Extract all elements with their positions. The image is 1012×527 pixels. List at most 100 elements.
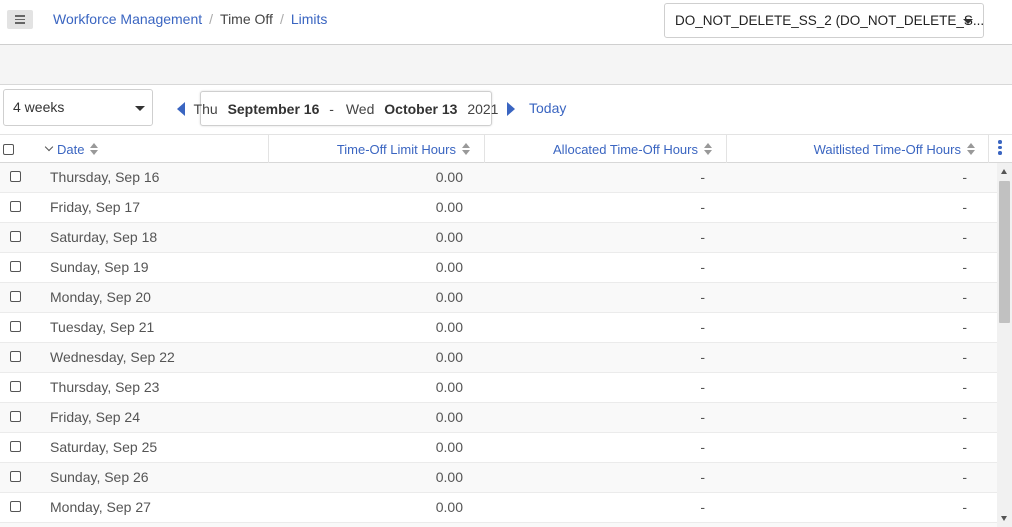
cell-limit: 0.00: [435, 319, 463, 335]
breadcrumb: Workforce Management / Time Off / Limits: [53, 11, 327, 27]
row-checkbox[interactable]: [10, 411, 21, 422]
cell-allocated: -: [700, 349, 705, 365]
breadcrumb-limits[interactable]: Limits: [291, 11, 328, 27]
cell-allocated: -: [700, 523, 705, 527]
caret-down-icon: [135, 106, 145, 111]
cell-limit: 0.00: [435, 199, 463, 215]
header-limit[interactable]: Time-Off Limit Hours: [270, 135, 470, 163]
column-divider: [268, 135, 269, 163]
cell-date: Wednesday, Sep 22: [50, 349, 175, 365]
table-row[interactable]: Saturday, Sep 18 0.00 - -: [0, 223, 997, 253]
cell-date: Saturday, Sep 25: [50, 439, 158, 455]
sort-icon: [462, 143, 470, 155]
row-checkbox[interactable]: [10, 291, 21, 302]
grid-body: Thursday, Sep 16 0.00 - - Friday, Sep 17 0.00…: [0, 163, 997, 527]
chevron-down-icon[interactable]: [44, 142, 54, 152]
table-row[interactable]: Saturday, Sep 25 0.00 - -: [0, 433, 997, 463]
scroll-thumb[interactable]: [999, 181, 1010, 323]
cell-allocated: -: [700, 409, 705, 425]
cell-limit: 0.00: [435, 439, 463, 455]
row-checkbox[interactable]: [10, 351, 21, 362]
header-date-label: Date: [57, 141, 85, 157]
header-date[interactable]: Date: [44, 135, 99, 163]
caret-down-icon: [963, 19, 973, 24]
table-row[interactable]: Tuesday, Sep 21 0.00 - -: [0, 313, 997, 343]
cell-waitlisted: -: [962, 409, 967, 425]
cell-allocated: -: [700, 169, 705, 185]
cell-waitlisted: -: [962, 229, 967, 245]
toolbar-strip: [0, 45, 1012, 85]
breadcrumb-workforce-management[interactable]: Workforce Management: [53, 11, 202, 27]
app-header: Workforce Management / Time Off / Limits…: [0, 0, 1012, 45]
cell-allocated: -: [700, 229, 705, 245]
table-row[interactable]: Friday, Sep 17 0.00 - -: [0, 193, 997, 223]
start-date: September 16: [227, 100, 320, 117]
cell-date: Thursday, Sep 16: [50, 169, 160, 185]
range-year: 2021: [467, 100, 499, 117]
cell-allocated: -: [700, 379, 705, 395]
row-checkbox[interactable]: [10, 441, 21, 452]
select-all-checkbox[interactable]: [3, 143, 14, 155]
cell-waitlisted: -: [962, 349, 967, 365]
cell-limit: 0.00: [435, 289, 463, 305]
breadcrumb-separator: /: [279, 11, 284, 27]
cell-allocated: -: [700, 319, 705, 335]
breadcrumb-time-off: Time Off: [220, 11, 273, 27]
header-limit-label: Time-Off Limit Hours: [336, 141, 456, 157]
cell-date: Monday, Sep 20: [50, 289, 151, 305]
sort-icon: [90, 143, 99, 155]
cell-waitlisted: -: [962, 319, 967, 335]
cell-limit: 0.00: [436, 523, 463, 527]
cell-waitlisted: -: [962, 523, 967, 527]
cell-waitlisted: -: [962, 499, 967, 515]
header-waitlisted-label: Waitlisted Time-Off Hours: [813, 141, 961, 157]
row-checkbox[interactable]: [10, 201, 21, 212]
table-row[interactable]: Sunday, Sep 19 0.00 - -: [0, 253, 997, 283]
column-divider: [988, 135, 989, 163]
end-date: October 13: [384, 100, 458, 117]
kebab-menu-icon[interactable]: [998, 140, 1002, 155]
row-checkbox[interactable]: [10, 171, 21, 182]
sort-icon: [704, 143, 712, 155]
row-checkbox[interactable]: [10, 261, 21, 272]
range-select-value: 4 weeks: [13, 99, 65, 115]
cell-date: Thursday, Sep 23: [50, 379, 160, 395]
header-allocated[interactable]: Allocated Time-Off Hours: [486, 135, 712, 163]
table-row[interactable]: Monday, Sep 27 0.00 - -: [0, 493, 997, 523]
cell-limit: 0.00: [435, 229, 463, 245]
cell-date: Monday, Sep 27: [50, 499, 151, 515]
cell-date: Friday, Sep 17: [50, 199, 141, 215]
table-row[interactable]: Tuesday, Sep 28 0.00 - -: [0, 523, 997, 527]
menu-icon[interactable]: [7, 10, 33, 29]
table-row[interactable]: Sunday, Sep 26 0.00 - -: [0, 463, 997, 493]
date-range-picker[interactable]: Thu September 16 - Wed October 13 2021: [194, 91, 498, 126]
cell-waitlisted: -: [962, 379, 967, 395]
scroll-down-icon[interactable]: [1001, 516, 1007, 521]
arrow-right-icon[interactable]: [507, 102, 515, 116]
arrow-left-icon[interactable]: [177, 102, 185, 116]
row-checkbox[interactable]: [10, 381, 21, 392]
row-checkbox[interactable]: [10, 231, 21, 242]
cell-allocated: -: [700, 199, 705, 215]
today-link[interactable]: Today: [529, 100, 566, 116]
row-checkbox[interactable]: [10, 501, 21, 512]
cell-limit: 0.00: [435, 409, 463, 425]
range-select[interactable]: 4 weeks: [3, 89, 153, 126]
row-checkbox[interactable]: [10, 321, 21, 332]
cell-limit: 0.00: [435, 469, 463, 485]
table-row[interactable]: Thursday, Sep 23 0.00 - -: [0, 373, 997, 403]
table-row[interactable]: Friday, Sep 24 0.00 - -: [0, 403, 997, 433]
org-selector[interactable]: DO_NOT_DELETE_SS_2 (DO_NOT_DELETE_S...: [664, 3, 984, 38]
cell-waitlisted: -: [962, 469, 967, 485]
row-checkbox[interactable]: [10, 471, 21, 482]
table-row[interactable]: Wednesday, Sep 22 0.00 - -: [0, 343, 997, 373]
header-waitlisted[interactable]: Waitlisted Time-Off Hours: [728, 135, 975, 163]
org-selector-value: DO_NOT_DELETE_SS_2 (DO_NOT_DELETE_S...: [675, 13, 984, 28]
cell-date: Friday, Sep 24: [50, 409, 141, 425]
table-row[interactable]: Monday, Sep 20 0.00 - -: [0, 283, 997, 313]
cell-limit: 0.00: [435, 499, 463, 515]
end-day: Wed: [345, 100, 375, 117]
scroll-up-icon[interactable]: [1001, 169, 1007, 174]
vertical-scrollbar[interactable]: [997, 163, 1012, 527]
table-row[interactable]: Thursday, Sep 16 0.00 - -: [0, 163, 997, 193]
